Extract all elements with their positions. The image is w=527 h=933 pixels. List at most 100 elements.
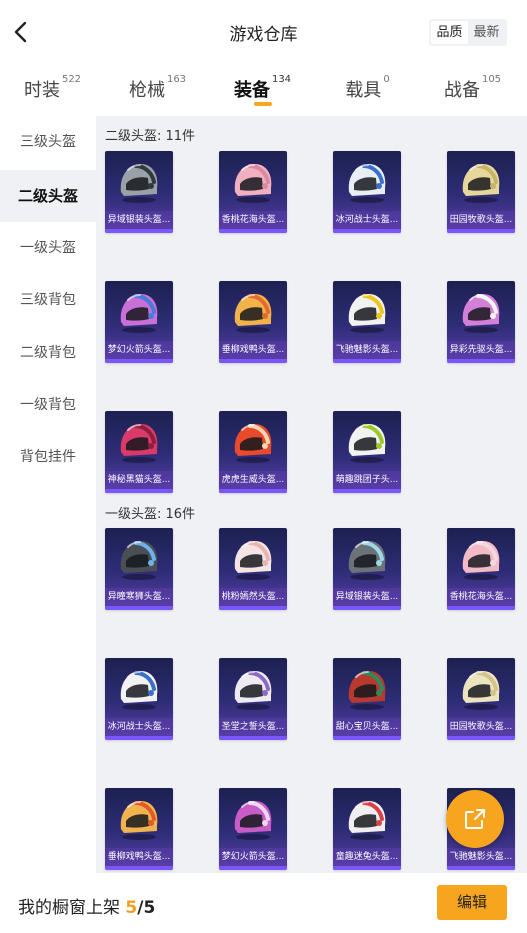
sidebar-item-level3-backpack[interactable]: 三级背包 — [0, 274, 96, 326]
helmet-icon — [348, 164, 386, 203]
rarity-bar — [447, 606, 515, 610]
tab-count: 105 — [481, 74, 502, 85]
sidebar-item-backpack-charm[interactable]: 背包挂件 — [0, 431, 96, 483]
item-name: 冰河战士头盔... — [105, 718, 173, 736]
sidebar-item-level1-helmet[interactable]: 一级头盔 — [0, 222, 96, 274]
tab-label: 装备 — [233, 80, 270, 101]
rarity-bar — [333, 359, 401, 363]
item-card[interactable]: 田园牧歌头盔... — [447, 658, 515, 740]
tab-battle-prep[interactable]: 战备105 — [420, 74, 525, 108]
item-name: 飞驰魅影头盔... — [333, 341, 401, 359]
item-card[interactable]: 异瞳寒狮头盔... — [105, 528, 173, 610]
helmet-icon — [234, 671, 272, 710]
rarity-bar — [447, 736, 515, 740]
item-card[interactable]: 甜心宝贝头盔... — [333, 658, 401, 740]
helmet-icon — [120, 424, 158, 463]
helmet-icon — [234, 294, 272, 333]
helmet-icon — [120, 541, 158, 580]
showcase-count: 5 — [125, 898, 138, 918]
item-name: 萌趣跳团子头... — [333, 471, 401, 489]
rarity-bar — [105, 866, 173, 870]
tab-fashion[interactable]: 时装522 — [0, 74, 105, 108]
tab-label: 载具 — [345, 80, 382, 101]
helmet-icon — [348, 801, 386, 840]
rarity-bar — [105, 736, 173, 740]
item-card[interactable]: 异彩先驱头盔... — [447, 281, 515, 363]
item-card[interactable]: 冰河战士头盔... — [105, 658, 173, 740]
rarity-bar — [447, 866, 515, 870]
item-card[interactable]: 桃粉嫣然头盔... — [219, 528, 287, 610]
share-icon — [465, 809, 485, 829]
tab-vehicles[interactable]: 载具0 — [315, 74, 420, 108]
item-card[interactable]: 香桃花海头盔... — [447, 528, 515, 610]
sidebar-item-level2-helmet[interactable]: 二级头盔 — [0, 170, 96, 222]
item-card[interactable]: 童趣迷兔头盔... — [333, 788, 401, 870]
item-card[interactable]: 圣堂之誓头盔... — [219, 658, 287, 740]
item-card[interactable]: 垂柳戏鸭头盔... — [219, 281, 287, 363]
item-name: 梦幻火箭头盔... — [219, 848, 287, 866]
item-name: 桃粉嫣然头盔... — [219, 588, 287, 606]
item-card[interactable]: 萌趣跳团子头... — [333, 411, 401, 493]
sidebar-item-level2-backpack[interactable]: 二级背包 — [0, 327, 96, 379]
tab-label: 战备 — [443, 80, 480, 101]
item-card[interactable]: 飞驰魅影头盔... — [333, 281, 401, 363]
tab-active-indicator — [253, 102, 272, 106]
section-title: 二级头盔: 11件 — [105, 129, 196, 144]
item-card[interactable]: 异域银装头盔... — [333, 528, 401, 610]
helmet-icon — [120, 294, 158, 333]
item-name: 香桃花海头盔... — [447, 588, 515, 606]
tab-count: 522 — [61, 74, 82, 85]
rarity-bar — [105, 359, 173, 363]
helmet-icon — [120, 801, 158, 840]
section-title: 一级头盔: 16件 — [105, 507, 196, 522]
helmet-icon — [120, 164, 158, 203]
rarity-bar — [447, 359, 515, 363]
tab-label: 时装 — [23, 80, 60, 101]
tab-label: 枪械 — [128, 80, 165, 101]
rarity-bar — [219, 736, 287, 740]
sidebar-item-level3-helmet[interactable]: 三级头盔 — [0, 116, 96, 168]
item-card[interactable]: 田园牧歌头盔... — [447, 151, 515, 233]
helmet-icon — [462, 671, 500, 710]
item-card[interactable]: 虎虎生威头盔... — [219, 411, 287, 493]
tab-count: 163 — [166, 74, 187, 85]
item-name: 香桃花海头盔... — [219, 211, 287, 229]
rarity-bar — [333, 866, 401, 870]
rarity-bar — [219, 359, 287, 363]
item-name: 异域银装头盔... — [333, 588, 401, 606]
tab-firearms[interactable]: 枪械163 — [105, 74, 210, 108]
rarity-bar — [105, 489, 173, 493]
sort-latest-button[interactable]: 最新 — [468, 21, 505, 44]
subcategory-sidebar: 三级头盔 二级头盔 一级头盔 三级背包 二级背包 一级背包 背包挂件 — [0, 116, 96, 873]
item-card[interactable]: 神秘黑猫头盔... — [105, 411, 173, 493]
item-card[interactable]: 垂柳戏鸭头盔... — [105, 788, 173, 870]
item-card[interactable]: 香桃花海头盔... — [219, 151, 287, 233]
item-name: 飞驰魅影头盔... — [447, 848, 515, 866]
item-card[interactable]: 梦幻火箭头盔... — [105, 281, 173, 363]
showcase-total: /5 — [137, 898, 156, 918]
item-card[interactable]: 梦幻火箭头盔... — [219, 788, 287, 870]
item-card[interactable]: 冰河战士头盔... — [333, 151, 401, 233]
sort-quality-button[interactable]: 品质 — [431, 21, 468, 44]
sidebar-item-level1-backpack[interactable]: 一级背包 — [0, 379, 96, 431]
helmet-icon — [348, 541, 386, 580]
tab-equipment[interactable]: 装备134 — [210, 74, 315, 108]
item-name: 虎虎生威头盔... — [219, 471, 287, 489]
edit-button[interactable]: 编辑 — [437, 885, 507, 920]
item-card[interactable]: 异域银装头盔... — [105, 151, 173, 233]
share-button[interactable] — [446, 790, 504, 848]
item-name: 异瞳寒狮头盔... — [105, 588, 173, 606]
rarity-bar — [333, 229, 401, 233]
helmet-icon — [462, 541, 500, 580]
sort-toggle: 品质 最新 — [429, 19, 507, 46]
rarity-bar — [447, 229, 515, 233]
showcase-status: 我的橱窗上架 5/5 — [18, 893, 155, 918]
item-name: 梦幻火箭头盔... — [105, 341, 173, 359]
item-name: 甜心宝贝头盔... — [333, 718, 401, 736]
helmet-icon — [234, 164, 272, 203]
rarity-bar — [219, 229, 287, 233]
helmet-icon — [348, 294, 386, 333]
rarity-bar — [219, 606, 287, 610]
rarity-bar — [333, 489, 401, 493]
rarity-bar — [105, 606, 173, 610]
